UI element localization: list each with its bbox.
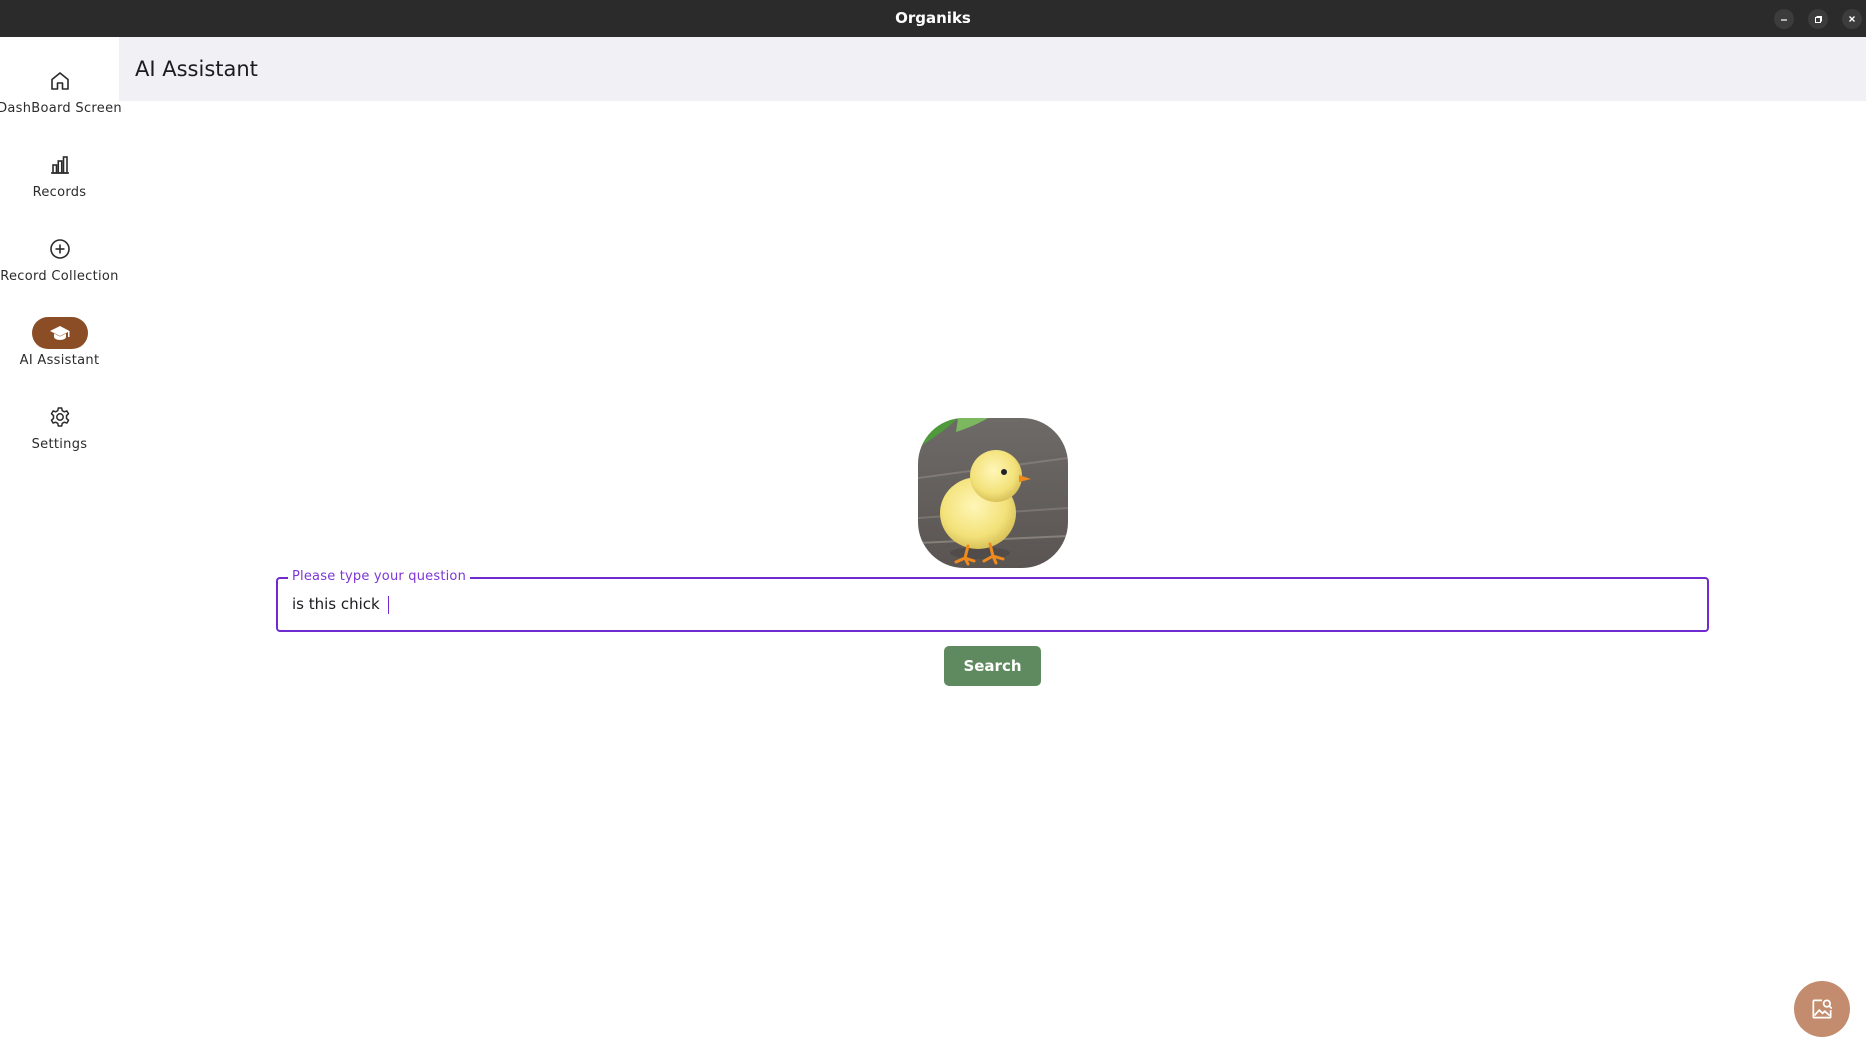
close-icon bbox=[1849, 16, 1855, 22]
question-input[interactable]: Please type your question is this chick bbox=[276, 569, 1709, 632]
home-icon bbox=[32, 65, 88, 97]
minimize-icon bbox=[1781, 19, 1787, 21]
search-button[interactable]: Search bbox=[944, 646, 1041, 686]
minimize-button[interactable] bbox=[1774, 9, 1794, 29]
nav-item-settings[interactable]: Settings bbox=[0, 401, 119, 473]
nav-label: Record Collection bbox=[0, 269, 119, 284]
nav-label: Settings bbox=[31, 437, 88, 452]
nav-label: AI Assistant bbox=[19, 353, 100, 368]
nav-item-records[interactable]: Records bbox=[0, 149, 119, 221]
restore-button[interactable] bbox=[1808, 9, 1828, 29]
nav-item-record-collection[interactable]: Record Collection bbox=[0, 233, 119, 305]
page-title: AI Assistant bbox=[135, 57, 258, 81]
text-caret bbox=[387, 595, 389, 614]
app-bar: AI Assistant bbox=[119, 37, 1866, 101]
add-circle-icon bbox=[32, 233, 88, 265]
question-input-value: is this chick bbox=[292, 595, 385, 613]
gear-icon bbox=[32, 401, 88, 433]
nav-label: DashBoard Screen bbox=[0, 101, 122, 116]
nav-item-dashboard[interactable]: DashBoard Screen bbox=[0, 65, 122, 137]
chick-photo bbox=[918, 418, 1068, 568]
navigation-rail: DashBoard Screen Records Record Collecti… bbox=[0, 37, 122, 1053]
nav-label: Records bbox=[32, 185, 87, 200]
title-bar: Organiks bbox=[0, 0, 1866, 37]
bar-chart-icon bbox=[32, 149, 88, 181]
image-search-fab[interactable] bbox=[1794, 981, 1850, 1037]
graduation-cap-icon bbox=[31, 317, 88, 349]
nav-item-ai-assistant[interactable]: AI Assistant bbox=[0, 317, 119, 389]
image-search-icon bbox=[1812, 999, 1833, 1019]
close-button[interactable] bbox=[1842, 9, 1862, 29]
restore-icon bbox=[1815, 16, 1822, 23]
question-input-value-wrap: is this chick bbox=[292, 579, 389, 630]
window-title: Organiks bbox=[895, 9, 971, 27]
